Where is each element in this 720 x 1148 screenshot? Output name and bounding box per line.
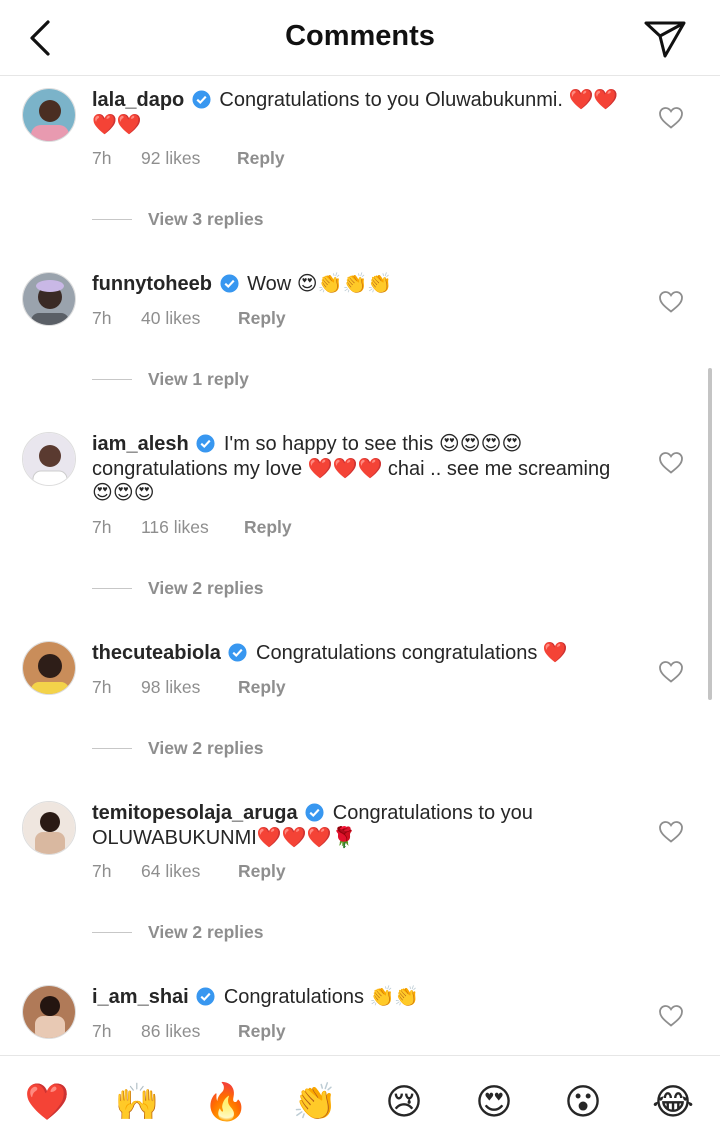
- like-comment-button[interactable]: [658, 820, 684, 844]
- comment-body: Wow 😍👏👏👏: [247, 273, 393, 295]
- avatar[interactable]: [22, 88, 76, 142]
- header-bar: Comments: [0, 0, 720, 76]
- reply-button[interactable]: Reply: [237, 148, 285, 169]
- comment-likes[interactable]: 98 likes: [141, 677, 200, 698]
- avatar[interactable]: [22, 801, 76, 855]
- comment-time: 7h: [92, 677, 112, 697]
- comment-time: 7h: [92, 517, 112, 537]
- avatar[interactable]: [22, 272, 76, 326]
- emoji-quick-bar: ❤️ 🙌 🔥 👏 😢 😍 😮 😂: [0, 1055, 720, 1148]
- comment-username[interactable]: temitopesolaja_aruga: [92, 802, 298, 824]
- replies-divider: [92, 219, 132, 220]
- comment-username[interactable]: funnytoheeb: [92, 273, 212, 295]
- comment-time: 7h: [92, 1021, 112, 1041]
- reply-button[interactable]: Reply: [238, 677, 286, 698]
- reply-button[interactable]: Reply: [244, 517, 292, 538]
- comment-username[interactable]: iam_alesh: [92, 433, 189, 455]
- verified-badge-icon: [196, 987, 215, 1006]
- comment-text-block: temitopesolaja_aruga Congratulations to …: [92, 801, 632, 850]
- comment-likes[interactable]: 86 likes: [141, 1021, 200, 1042]
- emoji-surprised-button[interactable]: 😮: [559, 1082, 607, 1124]
- avatar[interactable]: [22, 641, 76, 695]
- avatar[interactable]: [22, 432, 76, 486]
- comment-time: 7h: [92, 148, 112, 168]
- like-comment-button[interactable]: [658, 660, 684, 684]
- emoji-heart-eyes-button[interactable]: 😍: [470, 1082, 518, 1124]
- comment-text-block: lala_dapo Congratulations to you Oluwabu…: [92, 88, 632, 137]
- comment-time: 7h: [92, 308, 112, 328]
- emoji-crying-button[interactable]: 😢: [380, 1082, 428, 1124]
- verified-badge-icon: [228, 643, 248, 662]
- verified-badge-icon: [305, 803, 324, 822]
- share-button[interactable]: [640, 14, 690, 62]
- verified-badge-icon: [220, 274, 239, 293]
- reply-button[interactable]: Reply: [238, 861, 286, 882]
- heart-outline-icon: [659, 821, 683, 843]
- paper-plane-icon: [644, 21, 686, 58]
- comment-text-block: iam_alesh I'm so happy to see this 😍😍😍😍 …: [92, 432, 632, 506]
- heart-outline-icon: [659, 661, 683, 683]
- comment-text-block: i_am_shai Congratulations 👏👏: [92, 985, 632, 1010]
- view-replies-label: View 2 replies: [148, 922, 264, 942]
- comment-likes[interactable]: 92 likes: [141, 148, 200, 169]
- heart-outline-icon: [659, 291, 683, 313]
- replies-divider: [92, 588, 132, 589]
- view-replies-label: View 2 replies: [148, 738, 264, 758]
- comment-username[interactable]: lala_dapo: [92, 89, 184, 111]
- comment-time: 7h: [92, 861, 112, 881]
- heart-outline-icon: [659, 1005, 683, 1027]
- comment-likes[interactable]: 64 likes: [141, 861, 200, 882]
- view-replies-label: View 3 replies: [148, 209, 264, 229]
- comment-username[interactable]: i_am_shai: [92, 986, 189, 1008]
- comment-username[interactable]: thecuteabiola: [92, 642, 221, 664]
- reply-button[interactable]: Reply: [238, 1021, 286, 1042]
- replies-divider: [92, 748, 132, 749]
- like-comment-button[interactable]: [658, 290, 684, 314]
- emoji-raised-hands-button[interactable]: 🙌: [113, 1082, 161, 1124]
- emoji-clap-button[interactable]: 👏: [291, 1082, 339, 1124]
- like-comment-button[interactable]: [658, 451, 684, 475]
- heart-outline-icon: [659, 452, 683, 474]
- view-replies-label: View 2 replies: [148, 578, 264, 598]
- comment-likes[interactable]: 40 likes: [141, 308, 200, 329]
- emoji-fire-button[interactable]: 🔥: [202, 1082, 250, 1124]
- replies-divider: [92, 932, 132, 933]
- comment-text-block: funnytoheeb Wow 😍👏👏👏: [92, 272, 632, 297]
- like-comment-button[interactable]: [658, 106, 684, 130]
- view-replies-label: View 1 reply: [148, 369, 249, 389]
- comment-body: Congratulations 👏👏: [223, 986, 420, 1008]
- comment-body: Congratulations congratulations ❤️: [256, 642, 568, 664]
- avatar[interactable]: [22, 985, 76, 1039]
- replies-divider: [92, 379, 132, 380]
- verified-badge-icon: [196, 434, 215, 453]
- emoji-laughing-button[interactable]: 😂: [649, 1082, 697, 1124]
- comment-text-block: thecuteabiola Congratulations congratula…: [92, 641, 632, 666]
- verified-badge-icon: [192, 90, 211, 109]
- page-title: Comments: [285, 20, 435, 52]
- reply-button[interactable]: Reply: [238, 308, 286, 329]
- emoji-heart-button[interactable]: ❤️: [23, 1082, 71, 1124]
- like-comment-button[interactable]: [658, 1004, 684, 1028]
- heart-outline-icon: [659, 107, 683, 129]
- comment-likes[interactable]: 116 likes: [141, 517, 209, 538]
- scrollbar[interactable]: [708, 368, 712, 700]
